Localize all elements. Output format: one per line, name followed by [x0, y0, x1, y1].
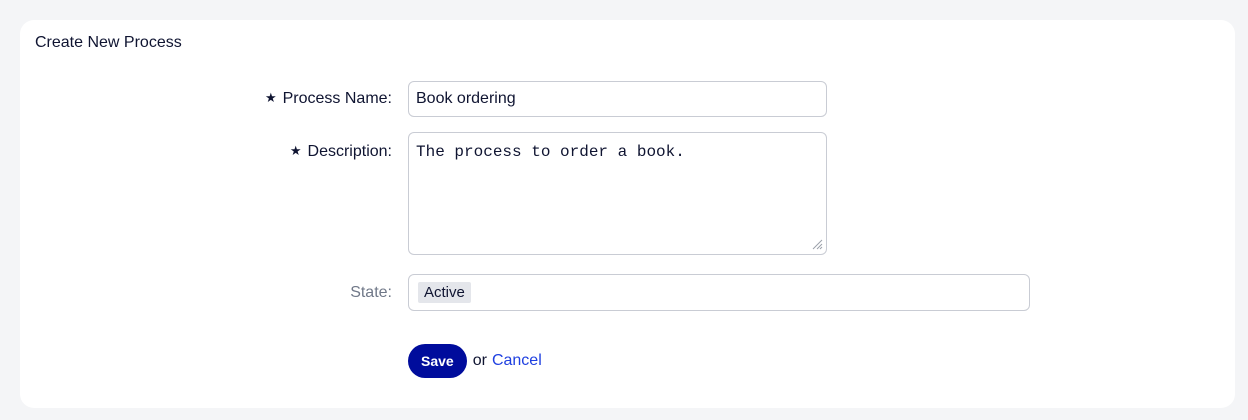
state-select[interactable]: Active [408, 274, 1030, 311]
state-label: State: [350, 284, 392, 301]
or-text: or [472, 352, 487, 369]
save-button[interactable]: Save [408, 344, 467, 378]
resize-grip-icon[interactable] [812, 239, 823, 250]
required-star-icon: ★ [289, 143, 302, 158]
description-label-text: Description: [307, 143, 392, 160]
cancel-link[interactable]: Cancel [492, 352, 542, 370]
panel-title: Create New Process [35, 34, 182, 51]
form-actions: Save or Cancel [408, 344, 542, 378]
process-name-label: ★ Process Name: [265, 90, 392, 108]
description-label: ★ Description: [290, 143, 392, 161]
description-textarea[interactable]: The process to order a book. [408, 132, 827, 255]
create-process-panel: Create New Process ★ Process Name: ★ Descr… [20, 20, 1235, 408]
required-star-icon: ★ [264, 90, 277, 105]
process-name-label-text: Process Name: [282, 90, 392, 107]
state-selected-value[interactable]: Active [418, 282, 471, 303]
process-name-input[interactable] [408, 81, 827, 117]
